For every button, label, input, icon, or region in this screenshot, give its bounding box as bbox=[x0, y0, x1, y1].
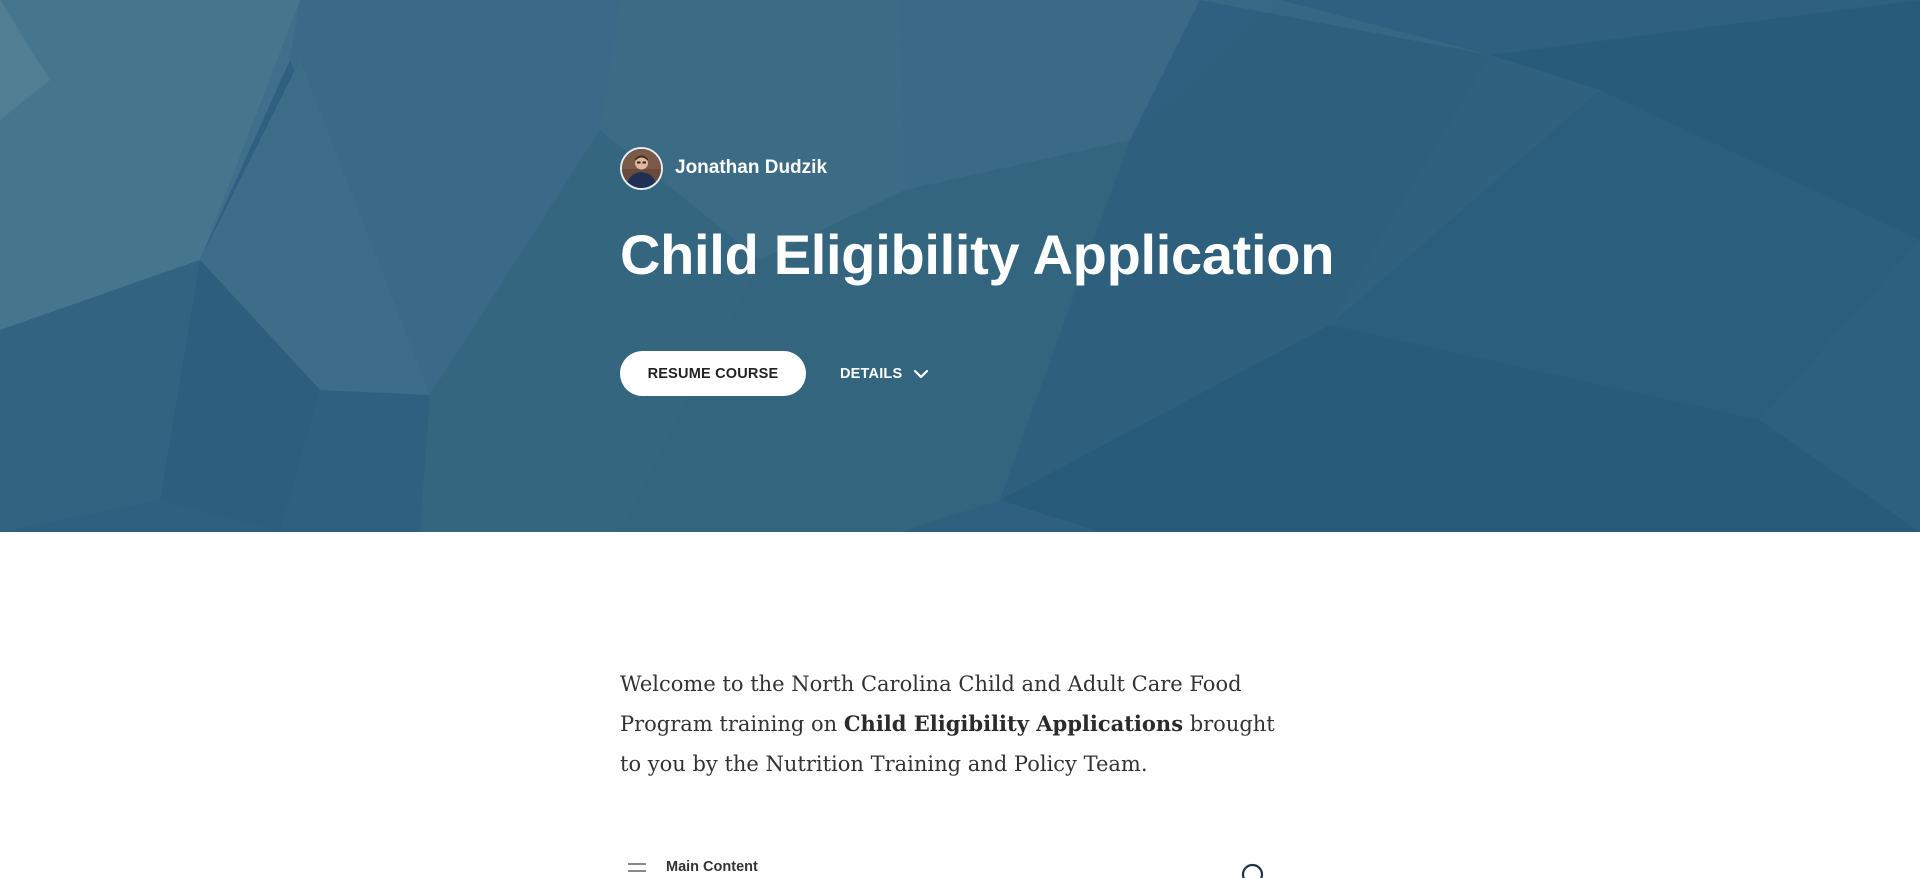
details-toggle-button[interactable]: DETAILS bbox=[840, 366, 929, 382]
lesson-label: Main Content bbox=[666, 859, 758, 875]
author-info: Jonathan Dudzik bbox=[620, 146, 1320, 190]
course-title: Child Eligibility Application bbox=[620, 223, 1335, 286]
progress-circle-icon bbox=[1241, 863, 1264, 878]
lesson-list-item[interactable]: Main Content bbox=[620, 856, 1270, 878]
hero-actions: RESUME COURSE DETAILS bbox=[620, 351, 929, 396]
intro-bold-text: Child Eligibility Applications bbox=[843, 711, 1184, 736]
hero-content: Jonathan Dudzik Child Eligibility Applic… bbox=[620, 146, 1334, 396]
author-avatar bbox=[620, 146, 663, 190]
menu-lines-icon bbox=[628, 863, 646, 872]
resume-course-button[interactable]: RESUME COURSE bbox=[620, 351, 806, 396]
details-label: DETAILS bbox=[840, 365, 903, 382]
course-hero: Jonathan Dudzik Child Eligibility Applic… bbox=[0, 0, 1920, 532]
author-name: Jonathan Dudzik bbox=[675, 157, 828, 178]
chevron-down-icon bbox=[914, 369, 929, 378]
course-intro: Welcome to the North Carolina Child and … bbox=[620, 664, 1280, 784]
